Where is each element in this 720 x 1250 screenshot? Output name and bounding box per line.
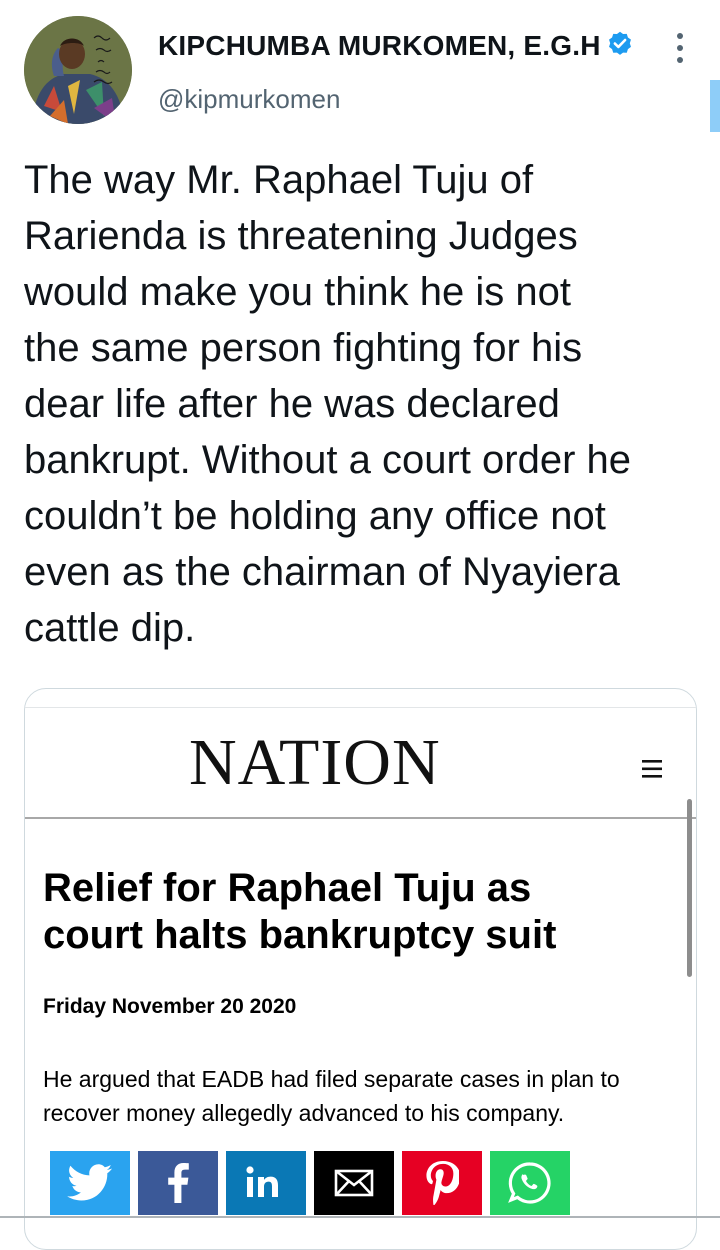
bottom-divider: [0, 1216, 720, 1218]
article-headline[interactable]: Relief for Raphael Tuju as court halts b…: [43, 865, 663, 959]
share-whatsapp-button[interactable]: [490, 1151, 570, 1215]
share-email-button[interactable]: [314, 1151, 394, 1215]
profile-photo-icon: [24, 16, 132, 124]
nav-divider: [25, 817, 696, 819]
more-options-icon[interactable]: [668, 30, 692, 66]
facebook-icon: [168, 1163, 189, 1203]
avatar[interactable]: [24, 16, 132, 124]
author-handle[interactable]: @kipmurkomen: [158, 84, 340, 115]
author-display-name[interactable]: KIPCHUMBA MURKOMEN, E.G.H: [158, 30, 601, 62]
share-pinterest-button[interactable]: [402, 1151, 482, 1215]
article-card[interactable]: NATION Relief for Raphael Tuju as court …: [24, 688, 697, 1250]
mail-icon: [334, 1169, 374, 1197]
hamburger-menu-icon[interactable]: [640, 758, 664, 780]
card-scrollbar[interactable]: [687, 799, 692, 977]
tweet-text: The way Mr. Raphael Tuju of Rarienda is …: [24, 158, 631, 650]
scroll-indicator: [710, 80, 720, 132]
linkedin-icon: [246, 1166, 278, 1197]
whatsapp-icon: [508, 1162, 551, 1204]
card-top-divider: [25, 707, 696, 708]
verified-badge-icon: [609, 31, 631, 55]
article-excerpt: He argued that EADB had filed separate c…: [43, 1066, 620, 1126]
twitter-icon: [67, 1164, 113, 1201]
share-twitter-button[interactable]: [50, 1151, 130, 1215]
pinterest-icon: [426, 1161, 459, 1205]
article-date: Friday November 20 2020: [43, 995, 297, 1018]
publisher-logo: NATION: [189, 726, 441, 799]
share-facebook-button[interactable]: [138, 1151, 218, 1215]
tweet-header: KIPCHUMBA MURKOMEN, E.G.H @kipmurkomen: [24, 16, 696, 128]
share-linkedin-button[interactable]: [226, 1151, 306, 1215]
